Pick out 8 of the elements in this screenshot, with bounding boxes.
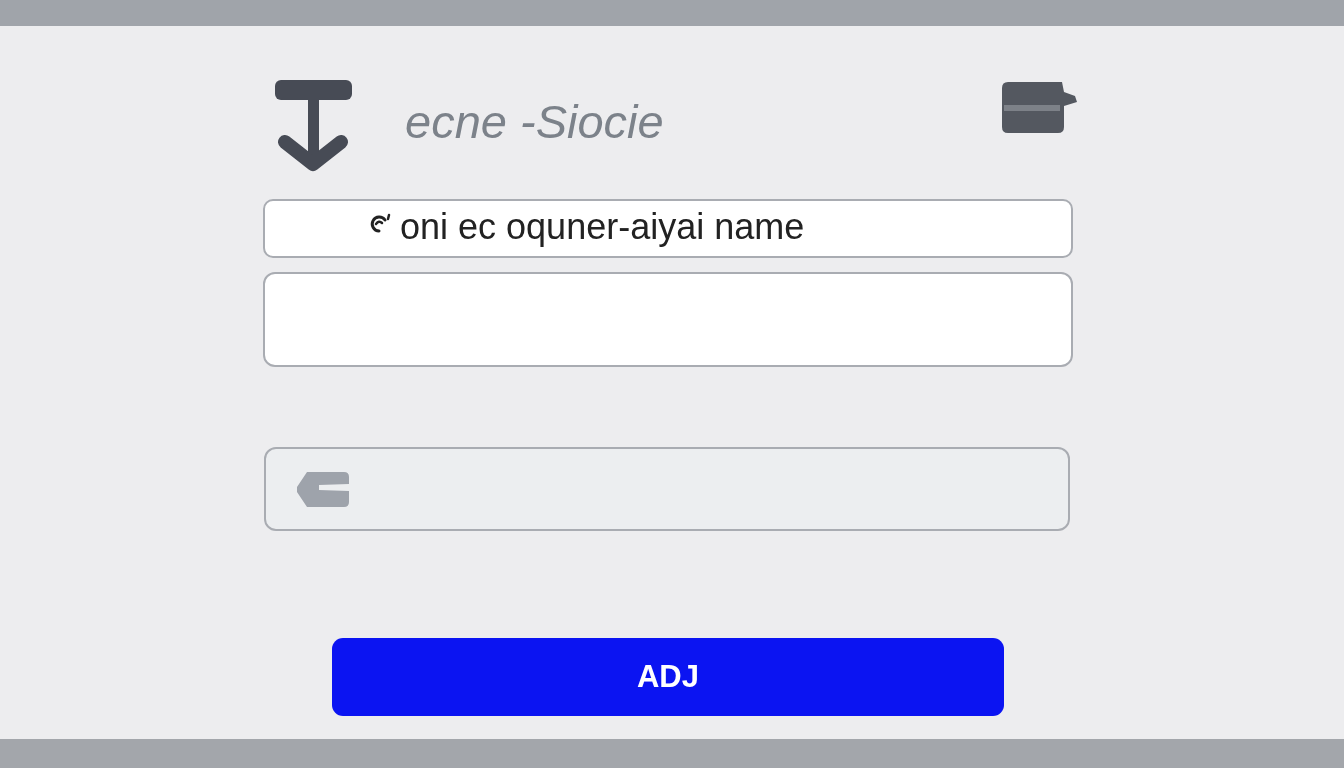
text-field[interactable]: oni ec oquner-aiyai name: [263, 199, 1073, 258]
app-title: ecne -Siocie: [405, 95, 664, 149]
input-field[interactable]: [264, 447, 1070, 531]
plug-icon[interactable]: [1002, 82, 1077, 133]
swirl-icon: [368, 213, 392, 233]
arrow-down-bar-icon[interactable]: [275, 80, 352, 172]
tag-icon: [297, 471, 349, 507]
submit-button[interactable]: ADJ: [332, 638, 1004, 716]
